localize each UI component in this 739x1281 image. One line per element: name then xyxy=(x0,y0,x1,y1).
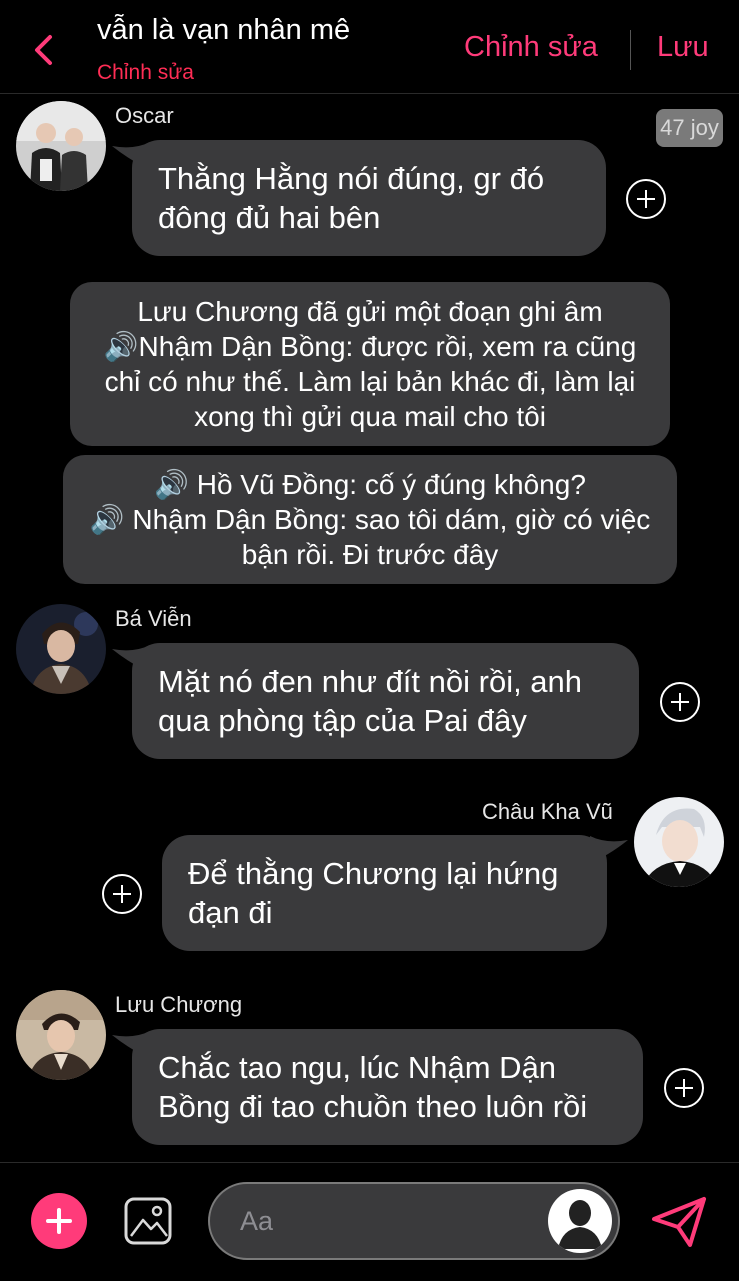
message-input-container xyxy=(208,1182,620,1260)
persona-avatar[interactable] xyxy=(548,1189,612,1253)
narration-line: 🔊Nhậm Dận Bồng: được rồi, xem ra cũng ch… xyxy=(103,331,637,432)
narration-line: Lưu Chương đã gửi một đoạn ghi âm xyxy=(137,296,603,327)
send-button[interactable] xyxy=(650,1195,708,1249)
user-icon xyxy=(549,1190,611,1252)
chat-subtitle[interactable]: Chỉnh sửa xyxy=(97,61,194,85)
plus-circle-icon xyxy=(675,1079,693,1097)
save-button[interactable]: Lưu xyxy=(657,31,709,64)
narration-box: Lưu Chương đã gửi một đoạn ghi âm 🔊Nhậm … xyxy=(70,282,670,446)
back-button[interactable] xyxy=(26,28,60,72)
send-icon xyxy=(652,1197,706,1247)
image-icon xyxy=(124,1197,172,1245)
narration-line: 🔊 Nhậm Dận Bồng: sao tôi dám, giờ có việ… xyxy=(89,504,651,570)
react-button[interactable] xyxy=(102,874,142,914)
message-bubble[interactable]: Thằng Hằng nói đúng, gr đó đông đủ hai b… xyxy=(132,140,606,256)
plus-circle-icon xyxy=(113,885,131,903)
narration-box: 🔊 Hồ Vũ Đồng: cố ý đúng không? 🔊 Nhậm Dậ… xyxy=(63,455,677,584)
avatar-oscar[interactable] xyxy=(16,101,106,191)
react-button[interactable] xyxy=(660,682,700,722)
message-bubble[interactable]: Để thằng Chương lại hứng đạn đi xyxy=(162,835,607,951)
plus-circle-icon xyxy=(671,693,689,711)
avatar-chau-kha-vu[interactable] xyxy=(634,797,724,887)
header-divider xyxy=(630,30,631,70)
sender-name: Châu Kha Vũ xyxy=(482,799,613,824)
message-bubble[interactable]: Mặt nó đen như đít nồi rồi, anh qua phòn… xyxy=(132,643,639,759)
time-badge: 47 joy xyxy=(656,109,723,147)
message-input[interactable] xyxy=(238,1204,542,1238)
message-bubble[interactable]: Chắc tao ngu, lúc Nhậm Dận Bồng đi tao c… xyxy=(132,1029,643,1145)
add-button[interactable] xyxy=(31,1193,87,1249)
narration-line: 🔊 Hồ Vũ Đồng: cố ý đúng không? xyxy=(154,469,586,500)
sender-name: Oscar xyxy=(115,103,174,128)
image-button[interactable] xyxy=(123,1196,173,1246)
chat-title: vẫn là vạn nhân mê xyxy=(97,14,351,46)
avatar-luu-chuong[interactable] xyxy=(16,990,106,1080)
plus-icon xyxy=(46,1208,72,1234)
edit-button[interactable]: Chỉnh sửa xyxy=(464,31,598,64)
plus-circle-icon xyxy=(637,190,655,208)
sender-name: Bá Viễn xyxy=(115,606,192,631)
react-button[interactable] xyxy=(664,1068,704,1108)
avatar-ba-vien[interactable] xyxy=(16,604,106,694)
chevron-left-icon xyxy=(35,35,52,65)
sender-name: Lưu Chương xyxy=(115,992,243,1017)
react-button[interactable] xyxy=(626,179,666,219)
